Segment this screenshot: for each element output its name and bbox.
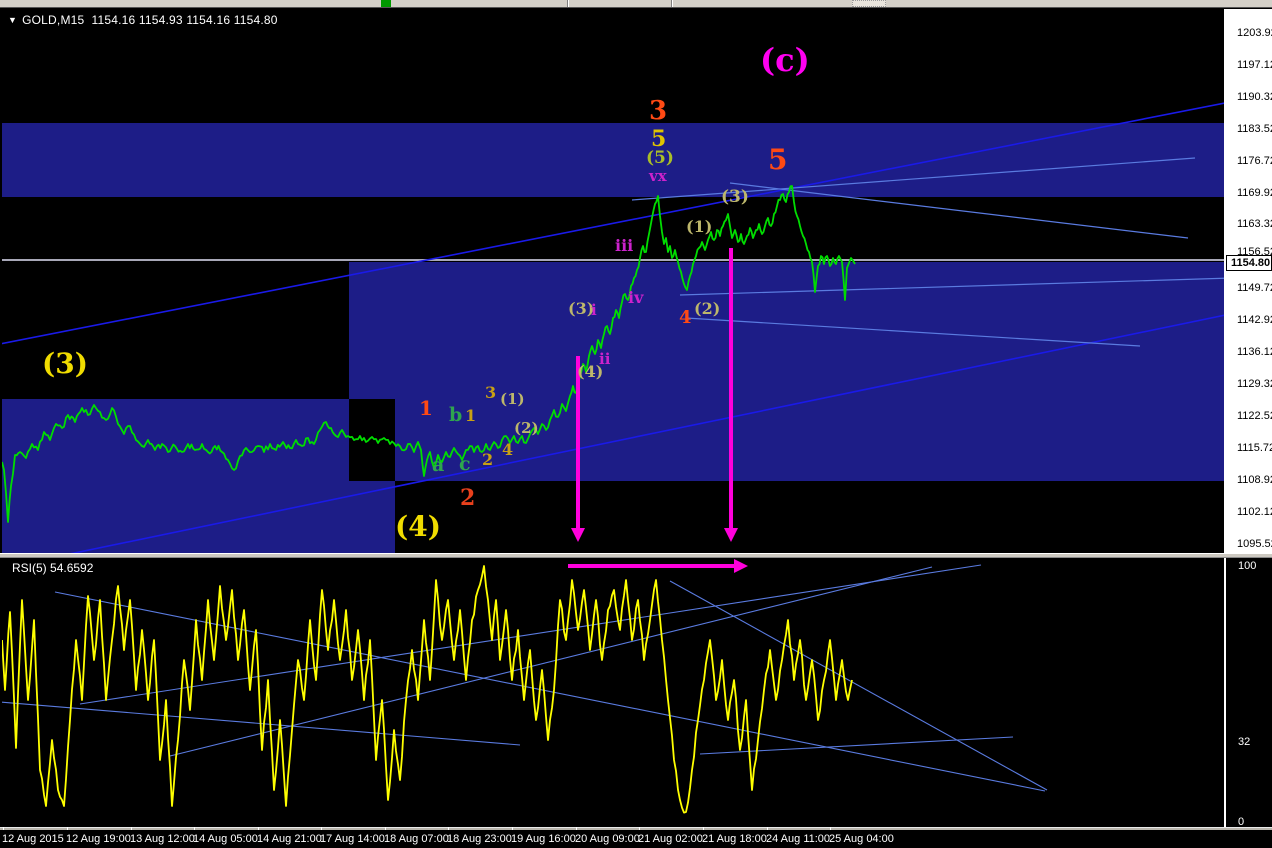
time-tick-label: 12 Aug 2015 (2, 833, 64, 845)
wave-label[interactable]: 4 (679, 309, 692, 327)
rsi-plot (2, 559, 1048, 814)
wave-label[interactable]: 2 (460, 487, 475, 509)
price-tick-label: 1149.72 (1237, 282, 1272, 294)
rectangle-object-top-band[interactable] (2, 123, 1224, 197)
wave-label[interactable]: 2 (482, 452, 493, 468)
time-tick-label: 12 Aug 19:00 (66, 833, 131, 845)
main-chart-plot (2, 102, 1224, 553)
trendline-object[interactable] (79, 564, 982, 705)
price-tick-label: 1169.92 (1237, 187, 1272, 199)
price-tick-label: 1136.12 (1237, 346, 1272, 358)
price-tick-label: 1197.12 (1237, 59, 1272, 71)
wave-label[interactable]: (3) (721, 189, 749, 206)
wave-label[interactable]: 4 (502, 442, 513, 458)
wave-label[interactable]: (4) (395, 513, 441, 541)
wave-label[interactable]: 1 (465, 408, 476, 424)
time-tick-label: 21 Aug 18:00 (702, 833, 767, 845)
time-tick-mark (385, 827, 386, 830)
price-tick-label: 1203.92 (1237, 27, 1272, 39)
mt4-chart-window: ▼ GOLD,M15 1154.16 1154.93 1154.16 1154.8… (0, 0, 1272, 848)
wave-label[interactable]: vx (649, 169, 667, 184)
wave-label[interactable]: 5 (768, 146, 787, 174)
time-tick-label: 19 Aug 16:00 (511, 833, 576, 845)
chart-canvas (2, 32, 1232, 814)
rectangle-object-mid-band[interactable] (349, 262, 1224, 481)
price-tick-label: 1190.32 (1237, 91, 1272, 103)
time-tick-mark (67, 827, 68, 830)
wave-label[interactable]: (1) (500, 392, 525, 407)
wave-label[interactable]: (2) (694, 301, 720, 317)
time-tick-label: 24 Aug 11:00 (766, 833, 831, 845)
wave-label[interactable]: iii (615, 238, 633, 254)
time-tick-label: 14 Aug 21:00 (257, 833, 322, 845)
down-arrow-head[interactable] (724, 528, 738, 542)
rsi-value: 54.6592 (50, 561, 94, 575)
time-tick-mark (3, 827, 4, 830)
trendline-object[interactable] (54, 591, 1046, 792)
wave-label[interactable]: (3) (42, 350, 88, 378)
wave-label[interactable]: 5 (651, 128, 666, 150)
wave-label[interactable]: iv (628, 290, 643, 306)
wave-label[interactable]: i (591, 303, 597, 318)
trendline-object[interactable] (669, 580, 1048, 791)
price-tick-label: 1176.72 (1237, 155, 1272, 167)
wave-label[interactable]: (1) (686, 219, 712, 235)
price-tick-label: 1115.72 (1237, 442, 1272, 454)
wave-label[interactable]: (5) (646, 150, 674, 167)
current-price-tag: 1154.80 (1226, 255, 1272, 271)
axis-border (1224, 9, 1226, 828)
wave-label[interactable]: 1 (419, 398, 433, 418)
ohlc-readout: 1154.16 1154.93 1154.16 1154.80 (91, 13, 278, 27)
rsi-line (2, 565, 853, 814)
time-tick-mark (576, 827, 577, 830)
price-tick-label: 1095.52 (1237, 538, 1272, 550)
time-tick-mark (830, 827, 831, 830)
time-tick-label: 17 Aug 14:00 (320, 833, 385, 845)
wave-label[interactable]: (4) (577, 364, 603, 380)
time-tick-mark (131, 827, 132, 830)
panel-divider[interactable] (0, 553, 1272, 558)
wave-label[interactable]: 3 (485, 385, 496, 401)
symbol-period-label: GOLD,M15 (22, 13, 85, 27)
time-tick-mark (321, 827, 322, 830)
time-tick-mark (703, 827, 704, 830)
price-tick-label: 1129.32 (1237, 378, 1272, 390)
wave-label[interactable]: c (459, 455, 471, 474)
rsi-indicator-label: RSI(5) 54.6592 (12, 561, 94, 575)
price-tick-label: 1102.12 (1237, 506, 1272, 518)
chart-title-bar: ▼ GOLD,M15 1154.16 1154.93 1154.16 1154.8… (8, 13, 278, 27)
wave-label[interactable]: 3 (649, 98, 667, 124)
rsi-tick-label: 32 (1238, 736, 1251, 748)
price-tick-label: 1183.52 (1237, 123, 1272, 135)
time-tick-mark (512, 827, 513, 830)
wave-label[interactable]: (2) (514, 421, 539, 436)
rectangle-object-left-band[interactable] (2, 399, 395, 553)
time-tick-mark (767, 827, 768, 830)
time-tick-mark (258, 827, 259, 830)
price-tick-label: 1108.92 (1237, 474, 1272, 486)
time-tick-label: 13 Aug 12:00 (130, 833, 195, 845)
time-tick-label: 20 Aug 09:00 (575, 833, 640, 845)
time-tick-label: 18 Aug 07:00 (384, 833, 449, 845)
time-tick-label: 18 Aug 23:00 (447, 833, 512, 845)
price-tick-label: 1163.32 (1237, 218, 1272, 230)
wave-label[interactable]: (c) (760, 44, 810, 76)
time-tick-label: 25 Aug 04:00 (829, 833, 894, 845)
time-tick-mark (194, 827, 195, 830)
down-arrow-head[interactable] (571, 528, 585, 542)
wave-label[interactable]: a (432, 456, 444, 475)
right-arrow-head[interactable] (734, 559, 748, 573)
time-axis[interactable]: 12 Aug 2015 12 Aug 19:00 13 Aug 12:00 14 Au… (0, 827, 1272, 848)
rsi-tick-label: 100 (1238, 560, 1257, 572)
wave-label[interactable]: b (449, 406, 462, 425)
price-tick-label: 1142.92 (1237, 314, 1272, 326)
time-tick-label: 14 Aug 05:00 (193, 833, 258, 845)
chevron-down-icon[interactable]: ▼ (8, 15, 17, 25)
trendline-object[interactable] (169, 566, 933, 757)
time-tick-mark (448, 827, 449, 830)
time-tick-label: 21 Aug 02:00 (638, 833, 703, 845)
price-tick-label: 1122.52 (1237, 410, 1272, 422)
time-tick-mark (639, 827, 640, 830)
